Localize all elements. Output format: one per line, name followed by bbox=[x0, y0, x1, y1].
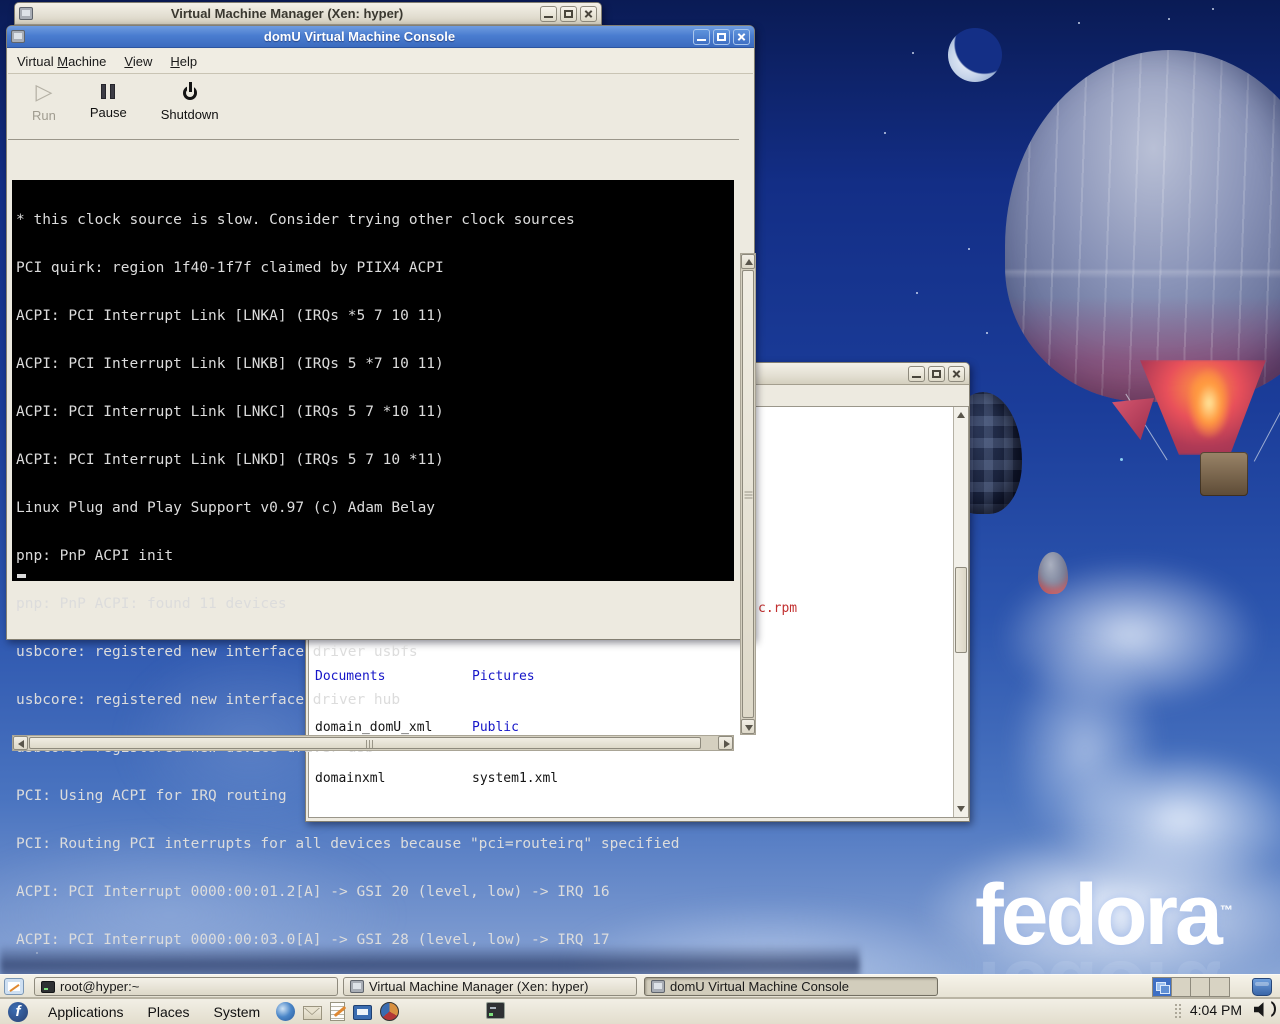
console-titlebar[interactable]: domU Virtual Machine Console bbox=[7, 26, 754, 48]
scroll-down-button[interactable] bbox=[741, 719, 755, 734]
console-vertical-scrollbar[interactable] bbox=[740, 253, 756, 735]
menu-applications[interactable]: Applications bbox=[36, 1001, 136, 1023]
star bbox=[1078, 22, 1080, 24]
window-domu-console: domU Virtual Machine Console Virtual Mac… bbox=[6, 25, 755, 640]
fedora-menu-icon[interactable]: f bbox=[8, 1002, 28, 1022]
vm-window-icon bbox=[651, 980, 665, 993]
console-menubar: Virtual Machine View Help bbox=[8, 49, 753, 74]
vmm-window-title: Virtual Machine Manager (Xen: hyper) bbox=[37, 6, 537, 21]
close-button[interactable] bbox=[948, 366, 965, 382]
scrollbar-thumb[interactable] bbox=[742, 270, 754, 718]
run-button: ▷ Run bbox=[32, 74, 56, 123]
boot-log: * this clock source is slow. Consider tr… bbox=[16, 180, 679, 1024]
close-button[interactable] bbox=[580, 6, 597, 22]
scroll-left-button[interactable] bbox=[13, 736, 28, 750]
terminal-red-text: c.rpm bbox=[758, 600, 797, 617]
menu-virtual-machine[interactable]: Virtual Machine bbox=[8, 51, 115, 72]
menu-help[interactable]: Help bbox=[161, 51, 206, 72]
console-cursor bbox=[17, 574, 26, 578]
taskbar: root@hyper:~ Virtual Machine Manager (Xe… bbox=[0, 974, 1280, 998]
vm-window-icon bbox=[350, 980, 364, 993]
play-icon: ▷ bbox=[35, 82, 52, 102]
scrollbar-thumb[interactable] bbox=[29, 737, 701, 749]
star bbox=[1168, 18, 1170, 20]
menu-view[interactable]: View bbox=[115, 51, 161, 72]
console-horizontal-scrollbar[interactable] bbox=[12, 735, 734, 751]
star bbox=[884, 132, 886, 134]
vmm-titlebar[interactable]: Virtual Machine Manager (Xen: hyper) bbox=[15, 3, 601, 25]
terminal-launcher-icon[interactable] bbox=[486, 1002, 505, 1019]
trademark-symbol: ™ bbox=[1220, 902, 1233, 917]
scroll-right-button[interactable] bbox=[718, 736, 733, 750]
power-icon bbox=[181, 82, 199, 101]
task-button-vmm[interactable]: Virtual Machine Manager (Xen: hyper) bbox=[343, 977, 637, 996]
minimize-button[interactable] bbox=[693, 29, 710, 45]
menu-system[interactable]: System bbox=[202, 1001, 273, 1023]
pause-icon bbox=[101, 82, 115, 99]
fedora-wordmark: fedora™ bbox=[975, 872, 1233, 958]
vm-console-screen[interactable]: * this clock source is slow. Consider tr… bbox=[12, 180, 734, 581]
workspace-switcher bbox=[1152, 977, 1230, 997]
balloon-pennant bbox=[1112, 398, 1154, 440]
star bbox=[968, 248, 970, 250]
terminal-icon bbox=[41, 981, 55, 993]
maximize-button[interactable] bbox=[713, 29, 730, 45]
scroll-up-icon[interactable] bbox=[957, 412, 965, 418]
show-desktop-button[interactable] bbox=[4, 978, 24, 995]
minimize-button[interactable] bbox=[540, 6, 557, 22]
star bbox=[1212, 8, 1214, 10]
desktop: fedora fedora™ Virtual Machine Manager (… bbox=[0, 0, 1280, 1024]
balloon-flame bbox=[1188, 368, 1230, 438]
task-button-terminal[interactable]: root@hyper:~ bbox=[34, 977, 338, 996]
console-toolbar: ▷ Run Pause Shutdown bbox=[8, 74, 753, 139]
presentation-icon[interactable] bbox=[353, 1005, 372, 1020]
panel-drag-handle[interactable] bbox=[1174, 1003, 1182, 1019]
console-window-title: domU Virtual Machine Console bbox=[29, 29, 690, 44]
terminal-vertical-scrollbar[interactable] bbox=[953, 407, 968, 817]
balloon-rope bbox=[1254, 392, 1280, 461]
workspace-2[interactable] bbox=[1172, 978, 1191, 996]
spreadsheet-icon[interactable] bbox=[380, 1002, 399, 1021]
workspace-1[interactable] bbox=[1153, 978, 1172, 996]
star bbox=[986, 332, 988, 334]
gnome-panel: f Applications Places System bbox=[0, 998, 1280, 1024]
close-button[interactable] bbox=[733, 29, 750, 45]
minimize-button[interactable] bbox=[908, 366, 925, 382]
task-button-domu-console[interactable]: domU Virtual Machine Console bbox=[644, 977, 938, 996]
shutdown-button[interactable]: Shutdown bbox=[161, 74, 219, 122]
star bbox=[912, 52, 914, 54]
trash-icon[interactable] bbox=[1252, 978, 1272, 996]
hot-air-balloon-large bbox=[1005, 50, 1280, 402]
maximize-button[interactable] bbox=[928, 366, 945, 382]
web-browser-icon[interactable] bbox=[276, 1002, 295, 1021]
scroll-up-button[interactable] bbox=[741, 254, 755, 269]
scrollbar-thumb[interactable] bbox=[955, 567, 967, 653]
vm-window-icon bbox=[11, 30, 25, 43]
console-viewport: * this clock source is slow. Consider tr… bbox=[8, 139, 739, 621]
scroll-down-icon[interactable] bbox=[957, 806, 965, 812]
workspace-3[interactable] bbox=[1191, 978, 1210, 996]
balloon-basket bbox=[1200, 452, 1248, 496]
vm-window-icon bbox=[19, 7, 33, 20]
workspace-4[interactable] bbox=[1210, 978, 1229, 996]
clock[interactable]: 4:04 PM bbox=[1190, 1002, 1242, 1018]
menu-places[interactable]: Places bbox=[136, 1001, 202, 1023]
email-icon[interactable] bbox=[303, 1006, 322, 1020]
pause-label: Pause bbox=[90, 105, 127, 120]
run-label: Run bbox=[32, 108, 56, 123]
star bbox=[1120, 458, 1123, 461]
star bbox=[916, 292, 918, 294]
maximize-button[interactable] bbox=[560, 6, 577, 22]
pause-button[interactable]: Pause bbox=[90, 74, 127, 120]
shutdown-label: Shutdown bbox=[161, 107, 219, 122]
word-processor-icon[interactable] bbox=[330, 1002, 345, 1021]
moon bbox=[948, 28, 1002, 82]
